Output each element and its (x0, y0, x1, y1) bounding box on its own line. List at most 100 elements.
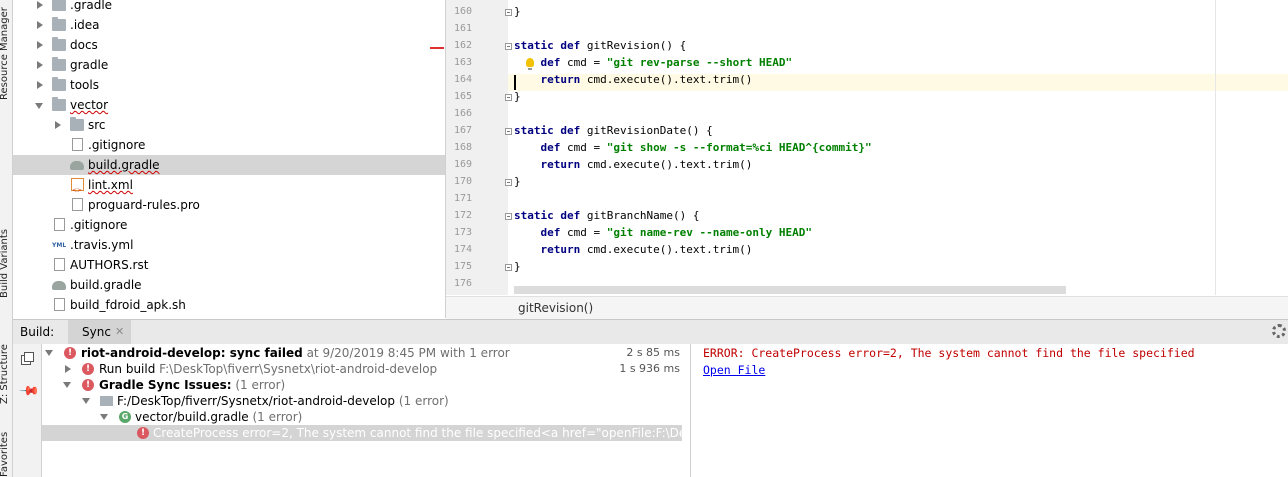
editor-gutter: 160 161 162 163 164 165 166 167 168 169 170 171 172 1… (446, 0, 512, 295)
build-row-project-path[interactable]: F:/DeskTop/fiverr/Sysnetx/riot-android-d… (42, 393, 682, 409)
fold-marker-icon[interactable] (505, 179, 512, 186)
code-line: return cmd.execute().text.trim() (514, 73, 752, 86)
gradle-file-icon: G (119, 411, 131, 423)
fold-marker-icon[interactable] (505, 94, 512, 101)
breadcrumb[interactable]: gitRevision() (446, 296, 1288, 319)
expand-arrow-icon[interactable] (65, 365, 71, 373)
file-icon (54, 298, 65, 311)
gear-icon[interactable] (1272, 324, 1286, 338)
pin-icon[interactable]: 📌 (18, 380, 40, 402)
build-detail: at 9/20/2019 8:45 PM with 1 error (302, 346, 510, 360)
build-panel-title: Build: (20, 325, 55, 339)
code-string: "git name-rev --name-only HEAD" (606, 226, 813, 239)
build-row-gradle-file[interactable]: G vector/build.gradle (1 error) (42, 409, 682, 425)
lightbulb-icon[interactable] (526, 58, 534, 70)
code-text: cmd = (566, 226, 607, 239)
expand-arrow-icon[interactable] (37, 21, 43, 29)
editor-horizontal-scrollbar[interactable] (514, 286, 1066, 294)
fold-marker-icon[interactable] (505, 264, 512, 271)
restore-layout-icon[interactable] (21, 352, 34, 365)
code-text: gitBranchName() { (586, 209, 700, 222)
line-number: 173 (453, 227, 472, 238)
close-icon[interactable]: ✕ (115, 325, 124, 338)
expand-arrow-icon[interactable] (37, 81, 43, 89)
tree-item-label: build.gradle (88, 158, 160, 172)
expand-arrow-icon[interactable] (55, 121, 61, 129)
tree-item-build-fdroid[interactable]: build_fdroid_apk.sh (13, 295, 445, 315)
tree-item-authors[interactable]: AUTHORS.rst (13, 255, 445, 275)
build-row-sync-issues[interactable]: ! Gradle Sync Issues: (1 error) (42, 377, 682, 393)
line-number: 165 (453, 91, 472, 102)
fold-marker-icon[interactable] (505, 43, 512, 50)
build-row-run-build[interactable]: ! Run build F:\DeskTop\fiverr\Sysnetx\ri… (42, 361, 682, 377)
folder-icon (52, 77, 66, 91)
code-keyword: def (514, 226, 567, 239)
tree-item-lint-xml[interactable]: lint.xml (13, 175, 445, 201)
code-text: cmd.execute().text.trim() (586, 158, 753, 171)
tab-sync[interactable]: Sync ✕ (68, 320, 131, 344)
code-text: } (514, 5, 521, 18)
build-console: ERROR: CreateProcess error=2, The system… (691, 344, 1288, 477)
tree-item-label: tools (70, 78, 99, 92)
expand-arrow-icon[interactable] (37, 1, 43, 9)
tree-item-gradle-dir[interactable]: .gradle (13, 0, 445, 15)
tree-item-label: gradle (70, 58, 109, 72)
structure-tab[interactable]: Z: Structure (0, 344, 10, 404)
code-text: gitRevision() { (586, 39, 687, 52)
open-file-link[interactable]: Open File (703, 363, 765, 377)
line-number: 174 (453, 244, 472, 255)
code-line: return cmd.execute().text.trim() (514, 243, 752, 256)
tree-item-tools[interactable]: tools (13, 75, 445, 95)
tree-item-root-build-gradle[interactable]: build.gradle (13, 275, 445, 295)
tree-item-gradle[interactable]: gradle (13, 55, 445, 75)
tree-item-vector-gitignore[interactable]: .gitignore (13, 135, 445, 155)
code-keyword: return (514, 158, 587, 171)
tree-item-docs[interactable]: docs (13, 35, 445, 55)
tree-item-proguard[interactable]: proguard-rules.pro (13, 195, 445, 215)
tree-item-vector-build-gradle[interactable]: build.gradle (13, 155, 445, 175)
resource-manager-tab[interactable]: Resource Manager (0, 7, 10, 100)
collapse-arrow-icon[interactable] (45, 350, 53, 356)
line-number: 163 (453, 57, 472, 68)
expand-arrow-icon[interactable] (37, 41, 43, 49)
expand-arrow-icon[interactable] (37, 61, 43, 69)
run-build-time: 1 s 936 ms (619, 362, 680, 375)
tree-item-src[interactable]: src (13, 115, 445, 135)
build-variants-tab[interactable]: Build Variants (0, 229, 10, 298)
breadcrumb-method[interactable]: gitRevision() (518, 301, 593, 315)
right-margin-guide (1215, 0, 1216, 295)
project-path-count: (1 error) (395, 394, 449, 408)
tree-item-idea[interactable]: .idea (13, 15, 445, 35)
sync-issues-label: Gradle Sync Issues: (99, 378, 232, 392)
favorites-tab[interactable]: Favorites (0, 432, 10, 477)
build-row-project[interactable]: ! riot-android-develop: sync failed at 9… (42, 345, 682, 361)
code-string: "git show -s --format=%ci HEAD^{commit}" (606, 141, 872, 154)
fold-marker-icon[interactable] (505, 9, 512, 16)
project-tree: .gradle .idea docs gradle tools vector s… (13, 0, 446, 318)
line-number: 176 (453, 278, 472, 289)
run-build-path: F:\DeskTop\fiverr\Sysnetx\riot-android-d… (155, 362, 438, 376)
text-caret (514, 75, 516, 90)
line-number: 171 (453, 193, 472, 204)
error-detail-text: CreateProcess error=2, The system cannot… (153, 426, 687, 440)
collapse-arrow-icon[interactable] (63, 382, 71, 388)
code-text: } (514, 260, 521, 273)
file-icon (54, 218, 65, 231)
collapse-arrow-icon[interactable] (35, 103, 43, 109)
fold-marker-icon[interactable] (505, 213, 512, 220)
tree-item-label: .travis.yml (70, 238, 134, 252)
collapse-arrow-icon[interactable] (82, 398, 90, 404)
gradle-elephant-icon (70, 161, 84, 170)
code-string: "git rev-parse --short HEAD" (606, 56, 793, 69)
code-editor[interactable]: 160 161 162 163 164 165 166 167 168 169 170 171 172 1… (446, 0, 1288, 295)
tree-item-root-gitignore[interactable]: .gitignore (13, 215, 445, 235)
fold-marker-icon[interactable] (505, 128, 512, 135)
folder-icon (52, 57, 66, 71)
build-row-error-detail[interactable]: ! CreateProcess error=2, The system cann… (42, 425, 686, 441)
line-number: 164 (453, 74, 472, 85)
code-line: } (514, 90, 521, 103)
tree-item-travis[interactable]: YML .travis.yml (13, 235, 445, 255)
collapse-arrow-icon[interactable] (100, 414, 108, 420)
tree-item-vector[interactable]: vector (13, 95, 445, 115)
project-path: F:/DeskTop/fiverr/Sysnetx/riot-android-d… (117, 394, 396, 408)
